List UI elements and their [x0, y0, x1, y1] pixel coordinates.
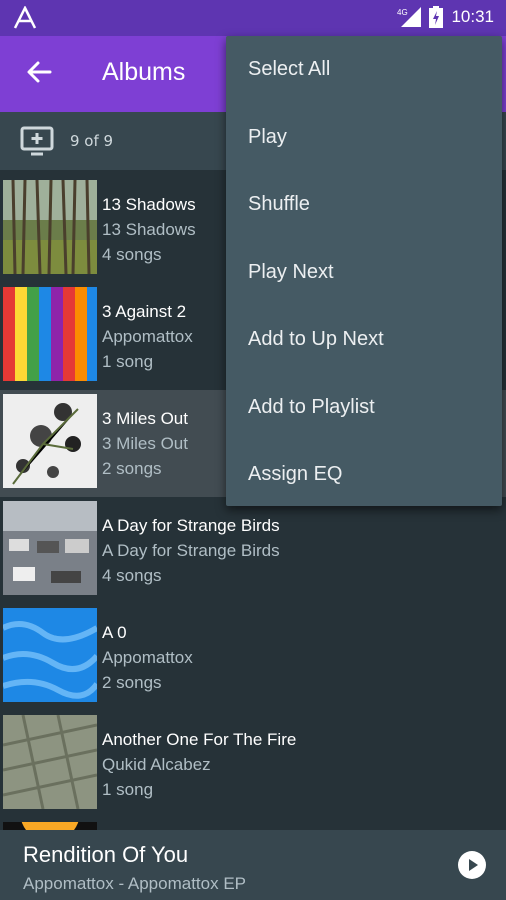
menu-item-shuffle[interactable]: Shuffle	[226, 171, 502, 239]
menu-item-play[interactable]: Play	[226, 104, 502, 172]
back-arrow-icon[interactable]	[22, 54, 58, 90]
album-artist: 3 Miles Out	[102, 434, 188, 453]
album-artist: 13 Shadows	[102, 220, 196, 239]
clock: 10:31	[451, 7, 494, 26]
network-type-label: 4G	[397, 8, 408, 17]
now-playing-subtitle: Appomattox - Appomattox EP	[23, 874, 247, 893]
play-icon[interactable]	[457, 850, 487, 880]
album-artist: Appomattox	[102, 327, 193, 346]
overflow-menu: Select All Play Shuffle Play Next Add to…	[226, 36, 502, 506]
album-title: Another One For The Fire	[102, 730, 297, 749]
album-artist: Appomattox	[102, 648, 193, 667]
album-art-forest	[3, 180, 97, 274]
menu-item-select-all[interactable]: Select All	[226, 36, 502, 104]
album-title: 13 Shadows	[102, 195, 196, 214]
add-to-queue-icon[interactable]	[20, 126, 54, 156]
album-title: A 0	[102, 623, 127, 642]
album-art-partial	[3, 822, 97, 830]
album-row[interactable]: A 0 Appomattox 2 songs	[0, 604, 506, 711]
now-playing-bar[interactable]: Rendition Of You Appomattox - Appomattox…	[0, 830, 506, 900]
album-art-fields	[3, 715, 97, 809]
album-art-rainbow	[3, 287, 97, 381]
album-art-circles	[3, 394, 97, 488]
status-bar: 4G 10:31	[0, 0, 506, 36]
menu-item-add-to-up-next[interactable]: Add to Up Next	[226, 306, 502, 374]
menu-item-assign-eq[interactable]: Assign EQ	[226, 441, 502, 509]
menu-item-add-to-playlist[interactable]: Add to Playlist	[226, 374, 502, 442]
app-logo-icon	[13, 6, 37, 29]
album-song-count: 2 songs	[102, 459, 162, 478]
page-title: Albums	[102, 58, 186, 86]
album-art-parking	[3, 501, 97, 595]
now-playing-title: Rendition Of You	[23, 842, 189, 867]
battery-icon	[429, 6, 444, 28]
album-title: 3 Miles Out	[102, 409, 188, 428]
album-row[interactable]: Another One For The Fire Qukid Alcabez 1…	[0, 711, 506, 818]
album-row[interactable]	[0, 818, 506, 830]
album-song-count: 4 songs	[102, 566, 162, 585]
album-art-blue-texture	[3, 608, 97, 702]
album-artist: Qukid Alcabez	[102, 755, 211, 774]
album-song-count: 4 songs	[102, 245, 162, 264]
album-title: 3 Against 2	[102, 302, 187, 321]
signal-icon: 4G	[397, 7, 422, 27]
item-count: 9 of 9	[70, 132, 114, 150]
album-song-count: 1 song	[102, 352, 154, 371]
album-row[interactable]: A Day for Strange Birds A Day for Strang…	[0, 497, 506, 604]
album-song-count: 1 song	[102, 780, 154, 799]
album-artist: A Day for Strange Birds	[102, 541, 280, 560]
album-song-count: 2 songs	[102, 673, 162, 692]
album-title: A Day for Strange Birds	[102, 516, 280, 535]
menu-item-play-next[interactable]: Play Next	[226, 239, 502, 307]
